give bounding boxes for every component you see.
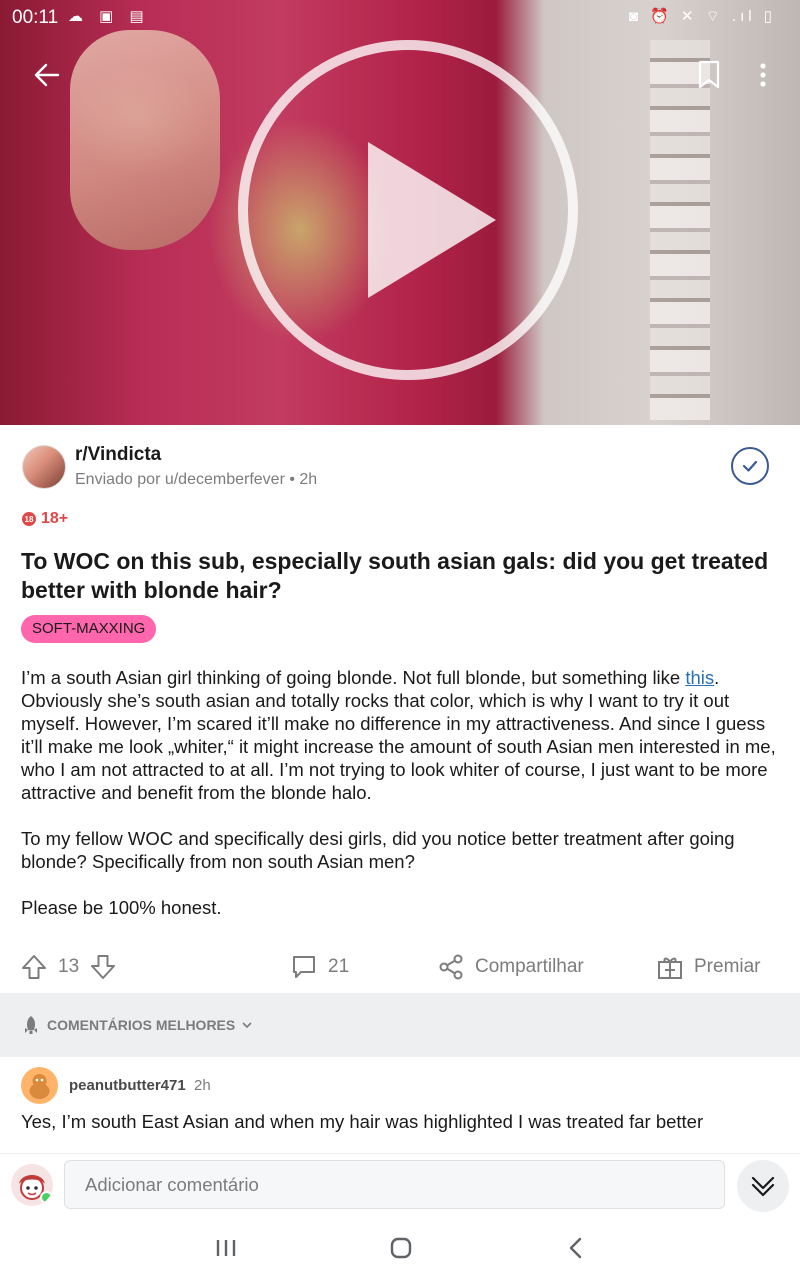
post-header: r/Vindicta Enviado por u/decemberfever •… (0, 425, 800, 505)
user-avatar[interactable] (11, 1164, 53, 1206)
downvote-icon[interactable] (89, 953, 117, 981)
commenter-username[interactable]: peanutbutter471 (69, 1077, 186, 1094)
status-bar: 00:11 ☁ ▣ ▤ ◙ ⏰ ✕ ⌔ .ıl ▯ (0, 0, 800, 34)
collapse-comments-button[interactable] (737, 1160, 789, 1212)
share-button[interactable]: Compartilhar (437, 953, 584, 981)
comment-item[interactable]: peanutbutter471 2h Yes, I’m south East A… (0, 1057, 800, 1153)
post-body: I’m a south Asian girl thinking of going… (21, 666, 783, 942)
more-vertical-icon (760, 63, 766, 87)
comment-text: Yes, I’m south East Asian and when my ha… (21, 1111, 704, 1132)
sort-label: COMENTÁRIOS MELHORES (47, 1017, 236, 1033)
post-meta: Enviado por u/decemberfever • 2h (75, 471, 318, 488)
nsfw-badge: 18 18+ (22, 510, 68, 528)
body-link[interactable]: this (685, 667, 714, 688)
body-paragraph: To my fellow WOC and specifically desi g… (21, 828, 735, 872)
joined-button[interactable] (731, 447, 769, 485)
system-nav-bar (0, 1215, 800, 1280)
check-icon (742, 460, 758, 472)
chevron-left-icon (569, 1237, 582, 1259)
comments-button[interactable]: 21 (290, 953, 349, 981)
double-chevron-down-icon (751, 1176, 775, 1197)
status-time: 00:11 (12, 7, 59, 28)
nav-back-button[interactable] (556, 1231, 596, 1265)
recents-button[interactable] (206, 1231, 246, 1265)
post-title: To WOC on this sub, especially south asi… (21, 548, 769, 603)
save-post-button[interactable] (686, 52, 732, 98)
chevron-down-icon (242, 1022, 252, 1029)
commenter-avatar[interactable] (21, 1067, 58, 1104)
video-frame-hand (70, 30, 220, 250)
vote-group: 13 (20, 953, 117, 981)
comment-sort-bar: COMENTÁRIOS MELHORES (0, 993, 800, 1057)
play-icon (368, 142, 496, 298)
arrow-left-icon (34, 63, 60, 87)
upvote-icon[interactable] (20, 953, 48, 981)
body-paragraph: I’m a south Asian girl thinking of going… (21, 667, 776, 803)
notification-icons: ☁ ▣ ▤ (68, 8, 150, 25)
snoo-avatar-icon (29, 1074, 50, 1099)
subreddit-avatar[interactable] (22, 445, 66, 489)
rocket-icon (25, 1016, 37, 1034)
comment-time: 2h (194, 1077, 211, 1094)
body-paragraph: Please be 100% honest. (21, 897, 222, 918)
sort-dropdown[interactable]: COMENTÁRIOS MELHORES (21, 1015, 253, 1035)
comment-icon (293, 956, 315, 978)
share-label: Compartilhar (475, 956, 584, 977)
gift-icon (658, 957, 682, 979)
post-actions: 13 21 Compartilhar Premiar (0, 945, 800, 991)
award-button[interactable]: Premiar (656, 953, 761, 981)
recents-icon (216, 1240, 236, 1256)
vote-count: 13 (58, 956, 80, 977)
more-options-button[interactable] (740, 52, 786, 98)
share-icon (439, 954, 463, 980)
bookmark-icon (698, 60, 720, 89)
home-icon (390, 1237, 412, 1259)
comment-composer: Adicionar comentário (0, 1153, 800, 1216)
nsfw-label: 18+ (41, 510, 69, 527)
comment-count: 21 (328, 956, 350, 977)
play-button[interactable] (238, 40, 578, 380)
system-icons: ◙ ⏰ ✕ ⌔ .ıl ▯ (628, 8, 776, 25)
comment-input[interactable]: Adicionar comentário (64, 1160, 725, 1209)
back-button[interactable] (24, 52, 70, 98)
subreddit-name[interactable]: r/Vindicta (75, 444, 161, 466)
online-indicator (40, 1191, 53, 1204)
nsfw-icon: 18 (22, 512, 36, 526)
home-button[interactable] (381, 1231, 421, 1265)
award-label: Premiar (694, 956, 761, 977)
post-flair[interactable]: SOFT-MAXXING (21, 615, 157, 643)
